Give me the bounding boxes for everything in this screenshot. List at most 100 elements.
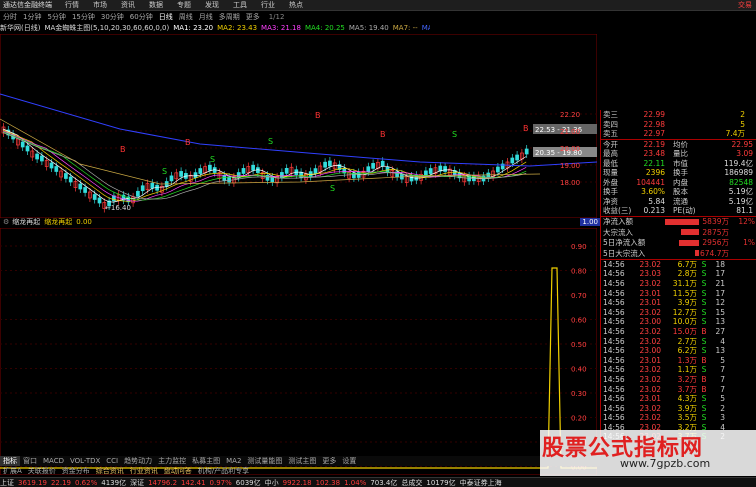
fund-flow-bar-fill bbox=[681, 229, 699, 236]
indicator-tab[interactable]: 测试量能图 bbox=[244, 456, 285, 466]
indicator-tab[interactable]: 主力监控 bbox=[155, 456, 189, 466]
status-item: 0.97% bbox=[209, 478, 232, 487]
info-tab[interactable]: 关联报价 bbox=[25, 466, 59, 476]
tick-side: S bbox=[701, 413, 707, 423]
tick-time: 14:56 bbox=[603, 298, 625, 308]
period-tab[interactable]: 30分钟 bbox=[98, 12, 127, 22]
tick-time: 14:56 bbox=[603, 355, 625, 365]
menu-item-discover[interactable]: 发现 bbox=[198, 0, 226, 10]
status-item: 0.62% bbox=[75, 478, 98, 487]
info-tab[interactable]: 机构/产品利专享 bbox=[195, 466, 252, 476]
fund-flow-bar bbox=[663, 239, 699, 246]
tick-side: B bbox=[701, 374, 707, 384]
menu-item-tools[interactable]: 工具 bbox=[226, 0, 254, 10]
menu-item-news[interactable]: 资讯 bbox=[114, 0, 142, 10]
status-item: 4139亿 bbox=[101, 478, 127, 487]
candle-body bbox=[280, 172, 284, 178]
indicator-tab[interactable]: 设置 bbox=[339, 456, 359, 466]
stat-label: 收益(三) bbox=[603, 206, 632, 216]
stat-value: 119.4亿 bbox=[724, 158, 753, 168]
indicator-name[interactable]: 缩龙再起 bbox=[12, 217, 44, 227]
info-tab[interactable]: 综合资讯 bbox=[93, 466, 127, 476]
menu-item-board[interactable]: 市场 bbox=[86, 0, 114, 10]
indicator-tab[interactable]: MA2 bbox=[223, 457, 244, 465]
tick-count: 4 bbox=[720, 336, 725, 346]
tick-side: B bbox=[701, 384, 707, 394]
period-tab[interactable]: 15分钟 bbox=[69, 12, 98, 22]
period-tab[interactable]: 周线 bbox=[176, 12, 196, 22]
tick-side: S bbox=[701, 317, 707, 327]
period-bar: 分时 1分钟 5分钟 15分钟 30分钟 60分钟 日线 周线 月线 多周期 更多 1/12 bbox=[0, 11, 430, 22]
status-item: 1.04% bbox=[344, 478, 367, 487]
candlestick-chart[interactable]: BSBSSBSB SB 22.53 - 21.3620.35 - 19.80←16.… bbox=[0, 34, 597, 218]
indicator-tab[interactable]: 窗口 bbox=[20, 456, 40, 466]
y-tick-label: 18.00 bbox=[560, 179, 580, 187]
tick-side: S bbox=[701, 307, 707, 317]
indicator-tab[interactable]: 私募主图 bbox=[189, 456, 223, 466]
period-tab[interactable]: 日线 bbox=[156, 12, 176, 22]
tick-count: 5 bbox=[720, 355, 725, 365]
menu-item-industry[interactable]: 行业 bbox=[254, 0, 282, 10]
ask-price: 22.97 bbox=[643, 129, 665, 139]
tick-side: B bbox=[701, 355, 707, 365]
signal-mark: B bbox=[380, 130, 386, 139]
status-item: 3619.19 bbox=[18, 478, 47, 487]
info-tab[interactable]: 行业资讯 bbox=[127, 466, 161, 476]
status-item: 6039亿 bbox=[235, 478, 261, 487]
period-tab[interactable]: 60分钟 bbox=[127, 12, 156, 22]
period-tab[interactable]: 1分钟 bbox=[20, 12, 44, 22]
trade-button[interactable]: 交易 bbox=[738, 0, 756, 10]
ask-row[interactable]: 卖五 22.97 7.4万 bbox=[601, 129, 756, 139]
tick-count: 13 bbox=[715, 317, 725, 327]
indicator-label: 缩龙再起 bbox=[44, 218, 73, 226]
menu-item-data[interactable]: 数据 bbox=[142, 0, 170, 10]
low-price-label: ←16.40 bbox=[105, 204, 131, 212]
info-tab[interactable]: 资金分布 bbox=[59, 466, 93, 476]
menu-item-topic[interactable]: 专题 bbox=[170, 0, 198, 10]
ask-list: 卖三 22.99 2 卖四 22.98 5 卖五 22.97 7.4万 bbox=[601, 110, 756, 139]
ma-legend: 新华网(日线) MA金蜘蛛主图(5,10,20,30,60,60,0,0) MA… bbox=[0, 22, 430, 33]
candle-body bbox=[443, 166, 447, 172]
candle-body bbox=[323, 161, 327, 168]
info-tab[interactable]: 盘动问答 bbox=[161, 466, 195, 476]
tick-price: 23.02 bbox=[639, 278, 661, 288]
indicator-tab[interactable]: 指标 bbox=[0, 456, 20, 466]
menu-item-hot[interactable]: 热点 bbox=[282, 0, 310, 10]
indicator-chart[interactable]: 0.900.800.700.600.500.400.300.200.100.00 bbox=[0, 228, 597, 475]
status-item: 14796.2 bbox=[148, 478, 178, 487]
fund-flow-bar bbox=[663, 250, 699, 257]
fund-flow-label: 5日净流入额 bbox=[603, 238, 646, 248]
signal-mark: S bbox=[162, 167, 167, 176]
menu-item-market[interactable]: 行情 bbox=[58, 0, 86, 10]
indicator-tab[interactable]: 趋势动力 bbox=[121, 456, 155, 466]
tick-side: S bbox=[701, 394, 707, 404]
period-tab[interactable]: 多周期 bbox=[216, 12, 243, 22]
signal-mark: B bbox=[315, 111, 321, 120]
status-item: 10179亿 bbox=[426, 478, 456, 487]
tick-price: 23.02 bbox=[639, 336, 661, 346]
formula-name[interactable]: MA金蜘蛛主图(5,10,20,30,60,60,0,0) bbox=[44, 23, 173, 33]
info-tab[interactable]: 扩展A bbox=[0, 466, 25, 476]
tick-side: S bbox=[701, 365, 707, 375]
indicator-tab[interactable]: 测试主图 bbox=[285, 456, 319, 466]
fund-flow-row: 大宗流入 2875万 bbox=[601, 227, 756, 238]
indicator-tab[interactable]: VOL-TDX bbox=[67, 457, 103, 465]
tick-list[interactable]: 14:56 23.02 6.7万 S 18 14:56 23.03 2.8万 S 17 14:56 2… bbox=[601, 260, 756, 442]
ask-price: 22.98 bbox=[643, 119, 665, 129]
period-tab[interactable]: 分时 bbox=[0, 12, 20, 22]
period-tab[interactable]: 更多 bbox=[243, 12, 263, 22]
watermark-url: www.7gpzb.com bbox=[620, 457, 711, 470]
stat-value: 22.19 bbox=[643, 139, 665, 149]
indicator-tab[interactable]: 更多 bbox=[319, 456, 339, 466]
indicator-tab[interactable]: MACD bbox=[40, 457, 67, 465]
settings-icon[interactable]: ⚙ bbox=[0, 218, 12, 226]
fund-flow-value: 674.7万 bbox=[700, 248, 729, 258]
candle-body bbox=[515, 154, 519, 161]
tick-price: 23.00 bbox=[639, 317, 661, 327]
candle-body bbox=[251, 164, 255, 171]
tick-price: 23.01 bbox=[639, 288, 661, 298]
indicator-tab[interactable]: CCI bbox=[103, 457, 121, 465]
period-tab[interactable]: 月线 bbox=[196, 12, 216, 22]
period-tab[interactable]: 5分钟 bbox=[44, 12, 68, 22]
period-settings[interactable]: 1/12 bbox=[263, 13, 285, 21]
